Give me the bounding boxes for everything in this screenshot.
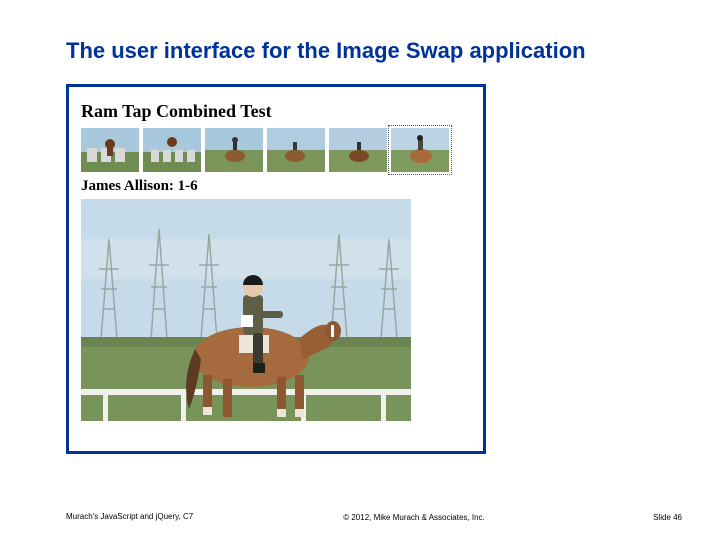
image-caption: James Allison: 1-6	[81, 178, 471, 195]
slide-title: The user interface for the Image Swap ap…	[66, 38, 586, 64]
thumbnail-6[interactable]	[391, 128, 449, 172]
footer: Murach's JavaScript and jQuery, C7 © 201…	[66, 512, 682, 522]
main-image	[81, 199, 411, 421]
thumbnail-3[interactable]	[205, 128, 263, 172]
thumbnail-1[interactable]	[81, 128, 139, 172]
thumbnail-5[interactable]	[329, 128, 387, 172]
footer-center: © 2012, Mike Murach & Associates, Inc.	[206, 513, 622, 522]
thumbnail-4[interactable]	[267, 128, 325, 172]
thumbnail-row	[81, 128, 471, 172]
footer-right: Slide 46	[622, 513, 682, 522]
app-heading: Ram Tap Combined Test	[81, 101, 471, 122]
footer-left: Murach's JavaScript and jQuery, C7	[66, 512, 206, 522]
thumbnail-2[interactable]	[143, 128, 201, 172]
app-frame: Ram Tap Combined Test	[66, 84, 486, 454]
